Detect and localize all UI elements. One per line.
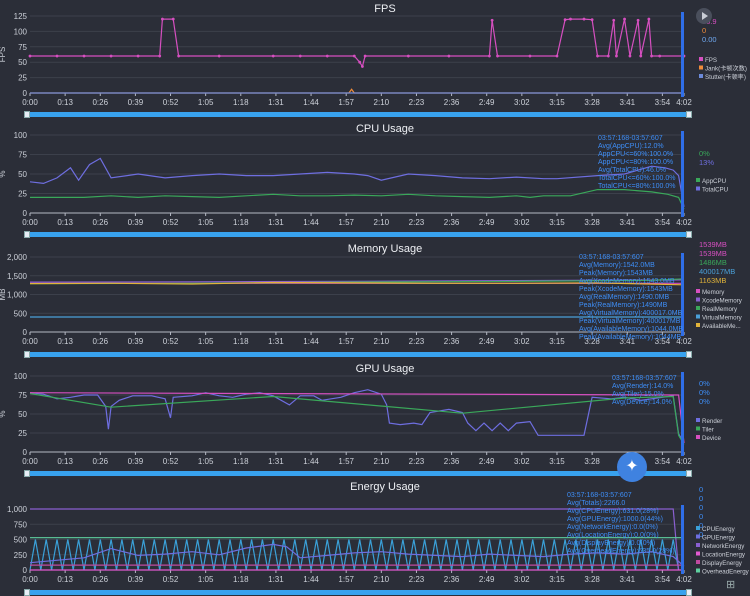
corner-logo-icon: ⊞ [726,579,736,591]
annotation-line: Avg(LocationEnergy):0.0(0%) [567,532,659,539]
legend-swatch [696,560,700,564]
annotation-line: Avg(CPUEnergy):631.0(28%) [567,508,659,515]
legend-value: 0 [699,503,703,512]
chart-svg[interactable]: 0 250 500 750 1,000 0:00 0:13 0:26 0:39 0:52 1:05 1… [0,0,750,594]
x-tick-label: 1:44 [303,575,319,584]
x-tick-label: 0:39 [128,575,144,584]
x-tick-label: 1:31 [268,575,284,584]
x-tick-label: 0:26 [92,575,108,584]
play-button-icon[interactable] [696,8,712,24]
y-tick-label: 250 [14,551,28,560]
x-tick-label: 1:57 [338,575,354,584]
legend-item[interactable]: OverheadEnergy [702,569,750,576]
legend-item[interactable]: GPUEnergy [702,535,736,542]
legend-swatch [696,543,700,547]
legend-swatch [696,526,700,530]
x-tick-label: 4:02 [676,575,692,584]
x-tick-label: 3:41 [619,575,635,584]
time-cursor[interactable] [681,505,684,574]
legend-swatch [696,534,700,539]
legend-swatch [696,568,700,573]
annotation-line: Avg(Totals):2266.0 [567,500,625,507]
x-tick-label: 3:54 [655,575,671,584]
x-tick-label: 2:36 [444,575,460,584]
x-tick-label: 0:00 [22,575,38,584]
annotation-line: Avg(GPUEnergy):1000.0(44%) [567,516,663,523]
y-tick-label: 0 [23,566,28,575]
time-range-scrollbar[interactable] [24,589,692,596]
x-tick-label: 2:23 [409,575,425,584]
annotation-line: Avg(NetworkEnergy):0.0(0%) [567,524,658,531]
annotation-line: 03:57:168-03:57:607 [567,492,632,499]
legend-swatch [696,551,700,556]
legend-value: 0 [699,512,703,521]
legend-item[interactable]: LocationEnergy [702,552,746,559]
x-tick-label: 0:13 [57,575,73,584]
legend-value: 0 [699,494,703,503]
x-tick-label: 0:52 [163,575,179,584]
x-tick-label: 1:05 [198,575,214,584]
x-tick-label: 3:28 [584,575,600,584]
legend-item[interactable]: NetworkEnergy [702,543,745,550]
x-tick-label: 2:10 [374,575,390,584]
annotation-line: Avg(OverheadEnergy):635.0(28%) [567,548,675,555]
x-tick-label: 3:02 [514,575,530,584]
legend-item[interactable]: CPUEnergy [702,526,736,533]
range-handle-left[interactable] [24,589,30,596]
legend-item[interactable]: DisplayEnergy [702,560,743,567]
bird-logo-icon[interactable]: ✦ [617,452,647,482]
x-tick-label: 2:49 [479,575,495,584]
range-handle-right[interactable] [686,589,692,596]
x-tick-label: 3:15 [549,575,565,584]
y-tick-label: 750 [14,520,28,529]
legend-value: 0 [699,485,703,494]
y-tick-label: 500 [14,536,28,545]
x-tick-label: 1:18 [233,575,249,584]
annotation-line: Avg(DisplayEnergy):0.0(0%) [567,540,655,547]
y-tick-label: 1,000 [7,505,28,514]
